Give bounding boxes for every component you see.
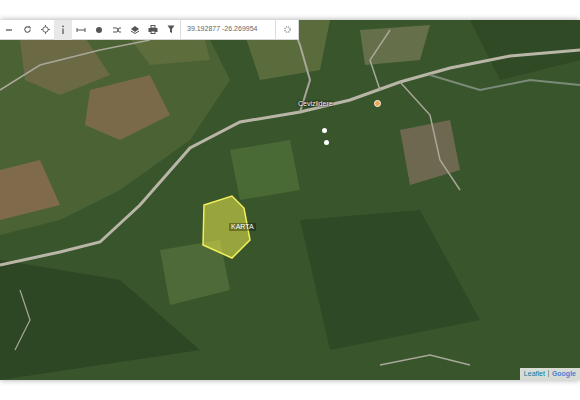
- map-imagery: [0, 20, 580, 380]
- layers-icon: [130, 25, 140, 34]
- circle-icon: [95, 26, 103, 34]
- ruler-icon: [76, 26, 86, 34]
- refresh-button[interactable]: [18, 20, 36, 40]
- point-marker[interactable]: [324, 140, 329, 145]
- info-button[interactable]: [54, 20, 72, 40]
- filter-icon: [167, 25, 175, 34]
- separator: [548, 370, 549, 377]
- minus-icon: [5, 26, 13, 34]
- parcel-label[interactable]: KARTA: [229, 223, 256, 231]
- point-marker[interactable]: [322, 128, 327, 133]
- share-icon: [112, 26, 122, 34]
- area-button[interactable]: [90, 20, 108, 40]
- info-icon: [60, 25, 66, 34]
- attribution: Leaflet Google: [520, 368, 580, 381]
- layers-button[interactable]: [126, 20, 144, 40]
- share-button[interactable]: [108, 20, 126, 40]
- filter-button[interactable]: [162, 20, 180, 40]
- settings-button[interactable]: [276, 20, 298, 40]
- coordinates-text: 39.192877 -26.269954: [187, 24, 257, 35]
- locate-button[interactable]: [36, 20, 54, 40]
- coordinates-field[interactable]: 39.192877 -26.269954: [180, 20, 276, 40]
- printer-icon: [148, 25, 158, 34]
- leaflet-link[interactable]: Leaflet: [524, 369, 545, 380]
- print-button[interactable]: [144, 20, 162, 40]
- map[interactable]: Cevizlidere KARTA 39.192877 -26.269954 Le…: [0, 20, 580, 380]
- google-logo: Google: [552, 369, 576, 380]
- measure-button[interactable]: [72, 20, 90, 40]
- poi-marker[interactable]: [374, 100, 381, 107]
- gear-icon: [283, 25, 292, 34]
- map-toolbar: 39.192877 -26.269954: [0, 20, 299, 40]
- village-label[interactable]: Cevizlidere: [298, 100, 333, 108]
- refresh-icon: [23, 25, 32, 34]
- crosshair-icon: [41, 25, 50, 34]
- zoom-out-button[interactable]: [0, 20, 18, 40]
